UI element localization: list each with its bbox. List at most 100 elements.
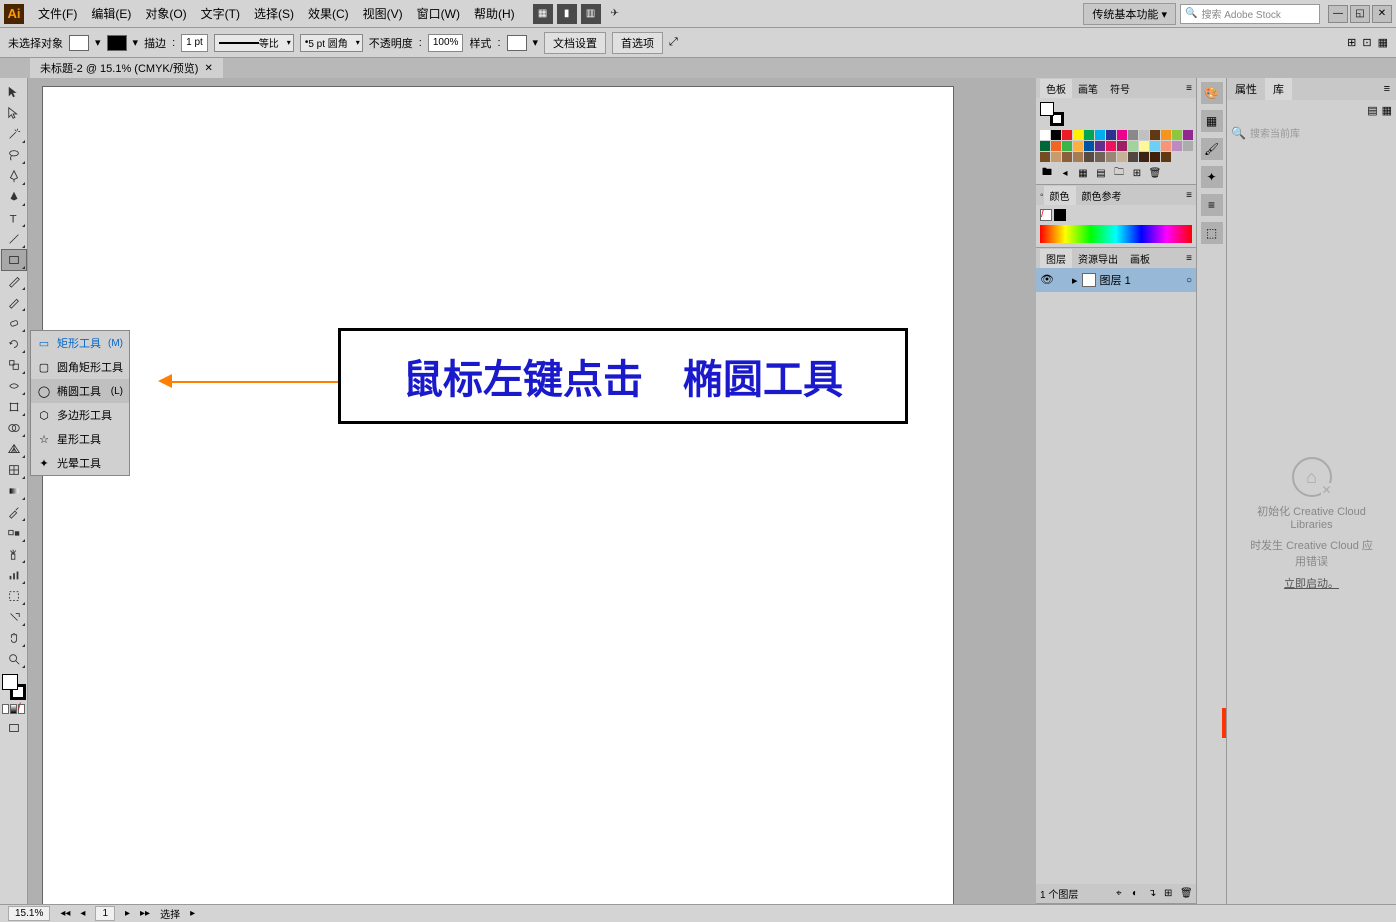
swatch[interactable] <box>1040 152 1050 162</box>
swatch-opts-icon[interactable]: ▤ <box>1094 166 1108 180</box>
swatch[interactable] <box>1117 152 1127 162</box>
artboard-tool[interactable] <box>2 586 26 606</box>
search-input[interactable]: 搜索 Adobe Stock <box>1180 4 1320 24</box>
swatch[interactable] <box>1040 130 1050 140</box>
dock-symbol-icon[interactable]: ✦ <box>1201 166 1223 188</box>
swatch-menu-icon[interactable]: ◂ <box>1058 166 1072 180</box>
tab-swatches[interactable]: 色板 <box>1040 79 1072 98</box>
swatch[interactable] <box>1117 130 1127 140</box>
dock-brush-icon[interactable]: 🖌 <box>1201 138 1223 160</box>
curvature-tool[interactable] <box>2 187 26 207</box>
swatch[interactable] <box>1062 152 1072 162</box>
type-tool[interactable]: T <box>2 208 26 228</box>
menu-edit[interactable]: 编辑(E) <box>85 1 137 26</box>
swatch[interactable] <box>1084 130 1094 140</box>
swatch[interactable] <box>1073 141 1083 151</box>
swatch[interactable] <box>1139 130 1149 140</box>
tab-color-guide[interactable]: 颜色参考 <box>1076 186 1128 205</box>
mini-fill-stroke[interactable] <box>1040 102 1064 126</box>
swatch[interactable] <box>1128 141 1138 151</box>
swatch[interactable] <box>1106 152 1116 162</box>
flyout-star[interactable]: ☆ 星形工具 <box>31 427 129 451</box>
opacity-field[interactable]: 100% <box>428 34 464 52</box>
maximize-button[interactable]: ◱ <box>1350 5 1370 23</box>
layer-row-1[interactable]: 👁 ▸ 图层 1 ○ <box>1036 268 1196 292</box>
magic-wand-tool[interactable] <box>2 124 26 144</box>
artboard[interactable] <box>42 86 954 904</box>
swatch[interactable] <box>1150 152 1160 162</box>
cc-launch-link[interactable]: 立即启动。 <box>1284 575 1339 591</box>
tab-brushes[interactable]: 画笔 <box>1072 79 1104 98</box>
menu-help[interactable]: 帮助(H) <box>468 1 521 26</box>
flyout-rectangle[interactable]: ▭ 矩形工具(M) <box>31 331 129 355</box>
panel-menu-icon[interactable]: ≡ <box>1186 190 1192 201</box>
brush-def[interactable]: • 5 pt 圆角 <box>300 34 363 52</box>
pen-tool[interactable] <box>2 166 26 186</box>
swatch[interactable] <box>1095 130 1105 140</box>
swatch[interactable] <box>1172 130 1182 140</box>
color-none-icon[interactable]: / <box>1040 209 1052 221</box>
tab-layers[interactable]: 图层 <box>1040 249 1072 268</box>
swatch[interactable] <box>1095 141 1105 151</box>
eraser-tool[interactable] <box>2 313 26 333</box>
tab-asset-export[interactable]: 资源导出 <box>1072 249 1124 268</box>
rotate-tool[interactable] <box>2 334 26 354</box>
panel-menu-icon[interactable]: ≡ <box>1186 253 1192 264</box>
pencil-tool[interactable] <box>2 292 26 312</box>
snap-icon[interactable]: ⊞ <box>1347 36 1356 49</box>
swatch[interactable] <box>1150 130 1160 140</box>
swatch[interactable] <box>1051 130 1061 140</box>
dock-swatch-icon[interactable]: ▦ <box>1201 110 1223 132</box>
swatch-new-icon[interactable]: ⊞ <box>1130 166 1144 180</box>
width-tool[interactable] <box>2 376 26 396</box>
workspace-dropdown[interactable]: 传统基本功能 ▾ <box>1083 3 1176 25</box>
blend-tool[interactable] <box>2 523 26 543</box>
eyedropper-tool[interactable] <box>2 502 26 522</box>
document-tab[interactable]: 未标题-2 @ 15.1% (CMYK/预览) ✕ <box>30 58 223 78</box>
swatch[interactable] <box>1073 152 1083 162</box>
new-layer-icon[interactable]: ⊞ <box>1164 888 1176 900</box>
prefs-button[interactable]: 首选项 <box>612 32 663 54</box>
delete-layer-icon[interactable]: 🗑 <box>1180 888 1192 900</box>
color-mode-solid[interactable] <box>2 704 9 714</box>
close-button[interactable]: ✕ <box>1372 5 1392 23</box>
dock-color-icon[interactable]: 🎨 <box>1201 82 1223 104</box>
shape-builder-tool[interactable] <box>2 418 26 438</box>
color-spectrum[interactable] <box>1040 225 1192 243</box>
swatch[interactable] <box>1051 152 1061 162</box>
sublayer-icon[interactable]: ↴ <box>1148 888 1160 900</box>
library-search[interactable]: 🔍 搜索当前库 <box>1231 125 1392 140</box>
flyout-polygon[interactable]: ⬡ 多边形工具 <box>31 403 129 427</box>
tab-color[interactable]: 颜色 <box>1044 186 1076 205</box>
nav-next-icon[interactable]: ▸▸ <box>140 908 150 919</box>
graph-tool[interactable] <box>2 565 26 585</box>
swatch[interactable] <box>1062 130 1072 140</box>
color-mode-gradient[interactable] <box>10 704 17 714</box>
fill-color-box[interactable] <box>2 674 18 690</box>
locate-icon[interactable]: ⌖ <box>1116 888 1128 900</box>
slice-tool[interactable] <box>2 607 26 627</box>
swatch[interactable] <box>1172 141 1182 151</box>
clip-icon[interactable]: ◐ <box>1132 888 1144 900</box>
layer-name[interactable]: 图层 1 <box>1100 272 1131 288</box>
perspective-tool[interactable] <box>2 439 26 459</box>
swatch-show-icon[interactable]: ▦ <box>1076 166 1090 180</box>
isolate-icon[interactable]: ⊡ <box>1362 36 1371 49</box>
zoom-field[interactable]: 15.1% <box>8 906 50 921</box>
nav-next1-icon[interactable]: ▸ <box>125 908 130 919</box>
grid-icon[interactable]: ▦ <box>1378 36 1388 49</box>
flyout-flare[interactable]: ✦ 光晕工具 <box>31 451 129 475</box>
swatch[interactable] <box>1073 130 1083 140</box>
menu-select[interactable]: 选择(S) <box>248 1 300 26</box>
free-transform-tool[interactable] <box>2 397 26 417</box>
swatch-lib-icon[interactable]: 🖿 <box>1040 166 1054 180</box>
swatch[interactable] <box>1040 141 1050 151</box>
align-icon[interactable]: ⤢ <box>669 36 678 49</box>
tab-close-icon[interactable]: ✕ <box>204 63 212 74</box>
style-swatch[interactable] <box>507 35 527 51</box>
swatch[interactable] <box>1128 152 1138 162</box>
color-black-icon[interactable] <box>1054 209 1066 221</box>
scale-tool[interactable] <box>2 355 26 375</box>
swatch-del-icon[interactable]: 🗑 <box>1148 166 1162 180</box>
nav-prev-icon[interactable]: ◂◂ <box>60 908 70 919</box>
